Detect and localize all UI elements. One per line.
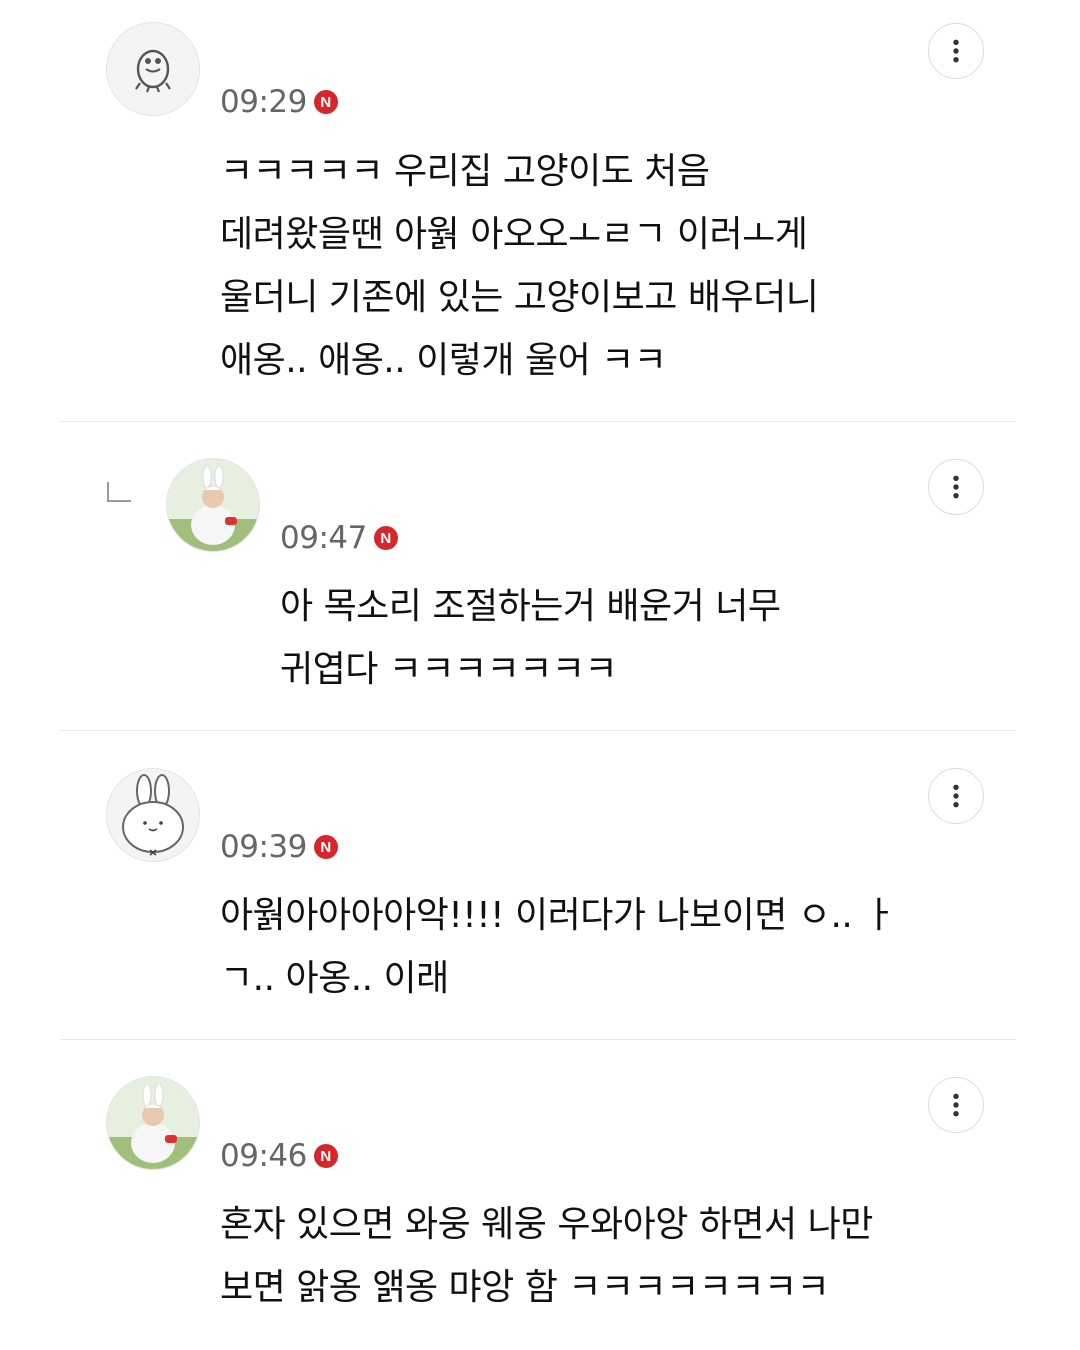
more-vertical-icon (953, 784, 959, 808)
comment-line: 애옹.. 애옹.. 이렇개 울어 ㅋㅋ (220, 340, 667, 381)
divider (60, 421, 1016, 422)
comment-line: 아 목소리 조절하는거 배운거 너무 (280, 586, 781, 627)
comment-line: 울더니 기존에 있는 고양이보고 배우더니 (220, 277, 819, 318)
more-options-button[interactable] (928, 459, 984, 515)
comment-meta: 09:46 N (220, 1136, 338, 1176)
timestamp: 09:46 (220, 1138, 307, 1174)
timestamp: 09:29 (220, 84, 307, 120)
bunny-sketch-icon (107, 769, 199, 861)
comment-text: 혼자 있으면 와웅 웨웅 우와아앙 하면서 나만 보면 앍옹 앩옹 먀앙 함 ㅋ… (220, 1193, 873, 1319)
comment-meta: 09:39 N (220, 827, 338, 867)
comment-text: 아 목소리 조절하는거 배운거 너무 귀엽다 ㅋㅋㅋㅋㅋㅋㅋ (280, 575, 781, 701)
comment-line: ㅋㅋㅋㅋㅋ 우리집 고양이도 처음 (220, 151, 710, 192)
avatar[interactable] (166, 458, 260, 552)
avatar[interactable] (106, 22, 200, 116)
timestamp: 09:39 (220, 829, 307, 865)
bunny-costume-photo (167, 459, 259, 551)
new-badge: N (373, 526, 398, 550)
divider (60, 730, 1016, 731)
comment-line: 데려왔을땐 아웕 아오오ㅗㄹㄱ 이러ㅗ게 (220, 214, 808, 255)
avatar[interactable] (106, 768, 200, 862)
bunny-costume-photo (107, 1077, 199, 1169)
more-vertical-icon (953, 475, 959, 499)
comment-line: 귀엽다 ㅋㅋㅋㅋㅋㅋㅋ (280, 649, 618, 690)
cartoon-avatar-icon (107, 23, 199, 115)
comment-meta: 09:29 N (220, 82, 338, 122)
divider (60, 1039, 1016, 1040)
more-options-button[interactable] (928, 768, 984, 824)
comment-text: 아웕아아아아악!!!! 이러다가 나보이면 ㅇ.. ㅏ ㄱ.. 아옹.. 이래 (220, 884, 896, 1010)
comment-line: ㄱ.. 아옹.. 이래 (220, 958, 449, 999)
reply-indicator-icon (107, 482, 131, 502)
new-badge: N (313, 835, 338, 859)
comment-line: 아웕아아아아악!!!! 이러다가 나보이면 ㅇ.. ㅏ (220, 895, 896, 936)
more-options-button[interactable] (928, 23, 984, 79)
comment-text: ㅋㅋㅋㅋㅋ 우리집 고양이도 처음 데려왔을땐 아웕 아오오ㅗㄹㄱ 이러ㅗ게 울… (220, 140, 819, 392)
more-vertical-icon (953, 39, 959, 63)
new-badge: N (313, 1144, 338, 1168)
timestamp: 09:47 (280, 520, 367, 556)
more-vertical-icon (953, 1093, 959, 1117)
new-badge: N (313, 90, 338, 114)
comment-line: 보면 앍옹 앩옹 먀앙 함 ㅋㅋㅋㅋㅋㅋㅋㅋ (220, 1267, 830, 1308)
comment-line: 혼자 있으면 와웅 웨웅 우와아앙 하면서 나만 (220, 1204, 873, 1245)
comment-meta: 09:47 N (280, 518, 398, 558)
avatar[interactable] (106, 1076, 200, 1170)
more-options-button[interactable] (928, 1077, 984, 1133)
